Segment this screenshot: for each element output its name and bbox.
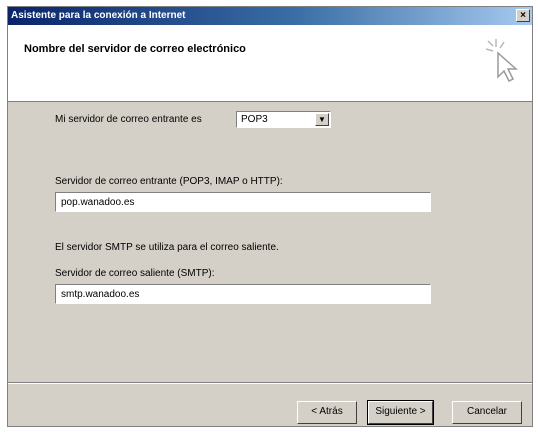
back-button[interactable]: < Atrás — [297, 401, 357, 424]
incoming-server-input[interactable]: pop.wanadoo.es — [55, 192, 431, 212]
window-title: Asistente para la conexión a Internet — [11, 10, 186, 21]
wizard-header: Nombre del servidor de correo electrónic… — [8, 25, 532, 102]
next-button[interactable]: Siguiente > — [367, 400, 434, 425]
wizard-cursor-icon — [485, 39, 518, 83]
incoming-type-select[interactable]: POP3 ▼ — [236, 111, 331, 128]
smtp-note: El servidor SMTP se utiliza para el corr… — [55, 242, 279, 253]
incoming-type-value: POP3 — [241, 114, 268, 125]
outgoing-server-input[interactable]: smtp.wanadoo.es — [55, 284, 431, 304]
close-button[interactable]: × — [516, 9, 530, 22]
cancel-button[interactable]: Cancelar — [452, 401, 522, 424]
footer-divider — [8, 382, 532, 384]
outgoing-server-label: Servidor de correo saliente (SMTP): — [55, 268, 215, 279]
chevron-down-icon[interactable]: ▼ — [315, 113, 329, 126]
incoming-server-label: Servidor de correo entrante (POP3, IMAP … — [55, 176, 283, 187]
title-bar[interactable]: Asistente para la conexión a Internet × — [8, 7, 532, 25]
wizard-window: Asistente para la conexión a Internet × … — [7, 6, 533, 427]
page-title: Nombre del servidor de correo electrónic… — [24, 43, 246, 55]
incoming-type-label: Mi servidor de correo entrante es — [55, 114, 202, 125]
